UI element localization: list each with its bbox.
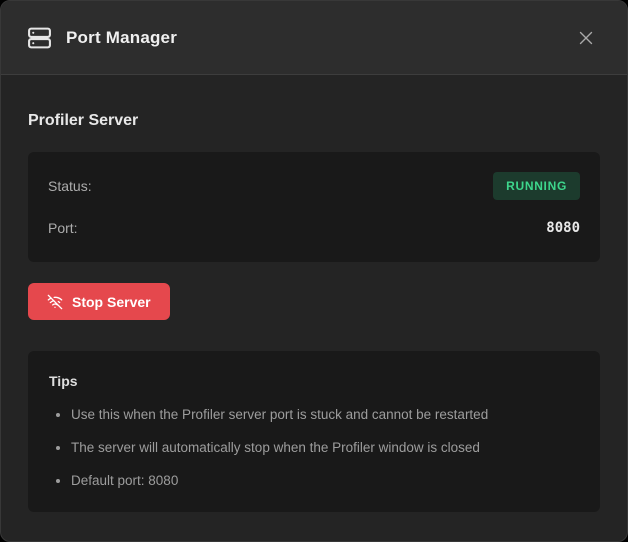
tips-list: Use this when the Profiler server port i… <box>49 405 579 491</box>
server-icon <box>27 25 52 51</box>
status-badge: RUNNING <box>493 172 580 200</box>
tip-item: The server will automatically stop when … <box>71 438 579 458</box>
tips-title: Tips <box>49 372 579 390</box>
close-icon <box>578 30 594 46</box>
section-title: Profiler Server <box>28 111 600 131</box>
port-row: Port: 8080 <box>48 214 580 242</box>
port-label: Port: <box>48 220 78 236</box>
tips-panel: Tips Use this when the Profiler server p… <box>28 351 600 512</box>
dialog-title: Port Manager <box>66 28 177 48</box>
dialog-header: Port Manager <box>1 1 627 75</box>
tip-item: Default port: 8080 <box>71 471 579 491</box>
close-button[interactable] <box>571 23 601 53</box>
status-panel: Status: RUNNING Port: 8080 <box>28 152 600 262</box>
stop-server-button[interactable]: Stop Server <box>28 283 170 320</box>
status-row: Status: RUNNING <box>48 172 580 200</box>
status-label: Status: <box>48 178 92 194</box>
wifi-off-icon <box>47 294 63 310</box>
dialog-body: Profiler Server Status: RUNNING Port: 80… <box>1 75 627 541</box>
stop-server-label: Stop Server <box>72 294 151 310</box>
port-manager-dialog: Port Manager Profiler Server Status: RUN… <box>0 0 628 542</box>
tip-item: Use this when the Profiler server port i… <box>71 405 579 425</box>
port-value: 8080 <box>546 220 580 236</box>
